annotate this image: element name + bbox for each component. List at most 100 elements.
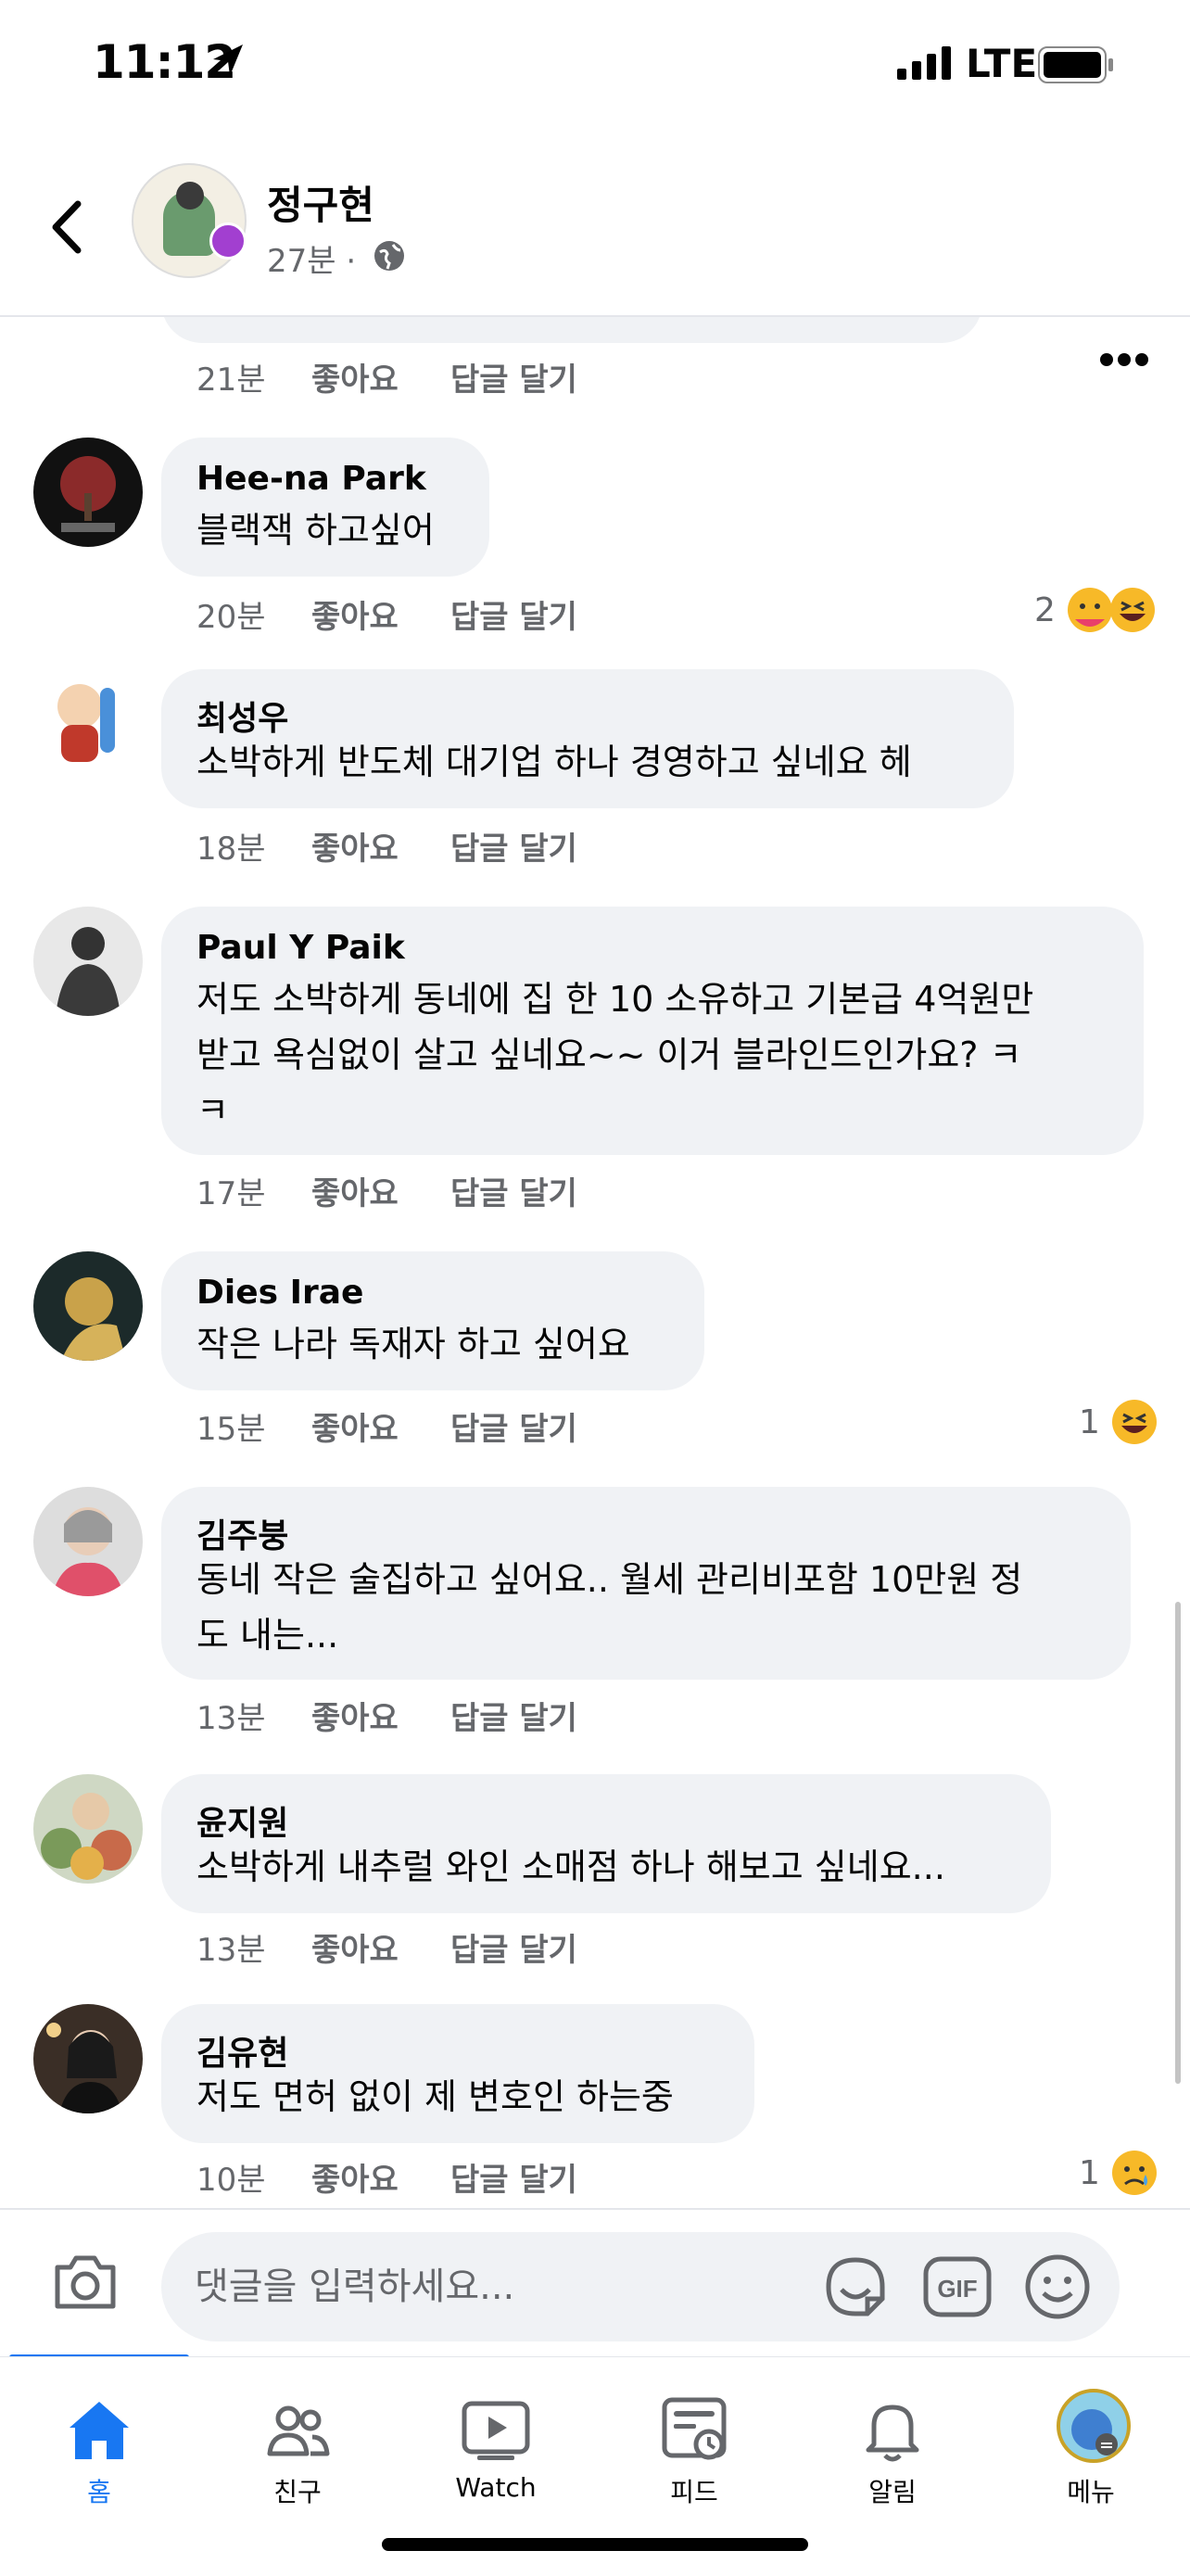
reply-button[interactable]: 답글 달기 bbox=[450, 1693, 577, 1738]
bell-icon bbox=[866, 2405, 919, 2462]
comment-text: 작은 나라 독재자 하고 싶어요 bbox=[196, 1324, 630, 1364]
commenter-name[interactable]: 김주붕 bbox=[196, 1509, 288, 1557]
tab-label: 피드 bbox=[670, 2477, 718, 2507]
reaction-summary[interactable]: 1 bbox=[1079, 2149, 1171, 2201]
tab-label: Watch bbox=[455, 2472, 537, 2503]
reaction-summary[interactable]: 1 bbox=[1079, 1398, 1171, 1450]
tab-label: 알림 bbox=[868, 2477, 917, 2507]
tab-label: 홈 bbox=[87, 2477, 111, 2507]
comment-time: 21분 bbox=[196, 362, 266, 399]
comment-bubble-partial[interactable] bbox=[161, 317, 982, 343]
cartoon-avatar-image bbox=[57, 684, 115, 762]
comment-text-line: 받고 욕심없이 살고 싶네요~~ 이거 블라인드인가요? ㅋ bbox=[196, 1034, 1022, 1075]
person-avatar-image bbox=[52, 1507, 124, 1596]
person-avatar-image bbox=[46, 2023, 122, 2113]
person-avatar-image bbox=[56, 927, 120, 1016]
reaction-count: 1 bbox=[1079, 1403, 1100, 1441]
tab-friends[interactable]: 친구 bbox=[198, 2357, 397, 2543]
like-button[interactable]: 좋아요 bbox=[311, 1693, 399, 1738]
tab-feed[interactable]: 피드 bbox=[595, 2357, 793, 2543]
reaction-count: 2 bbox=[1034, 591, 1056, 629]
reply-button[interactable]: 답글 달기 bbox=[450, 354, 577, 400]
network-type: LTE bbox=[966, 41, 1038, 86]
status-bar: 11:12 LTE bbox=[0, 0, 1190, 139]
commenter-name[interactable]: Dies Irae bbox=[196, 1274, 363, 1312]
comment-text-line: ㅋ bbox=[196, 1090, 229, 1131]
tab-menu[interactable]: 메뉴 bbox=[992, 2357, 1190, 2543]
flowers-avatar-image bbox=[41, 1793, 132, 1880]
commenter-name[interactable]: 최성우 bbox=[196, 692, 288, 740]
reaction-count: 1 bbox=[1079, 2154, 1100, 2192]
feed-icon bbox=[662, 2397, 727, 2460]
comment-text-line: 저도 소박하게 동네에 집 한 10 소유하고 기본급 4억원만 bbox=[196, 979, 1034, 1020]
tab-notifications[interactable]: 알림 bbox=[793, 2357, 992, 2543]
friends-icon bbox=[267, 2405, 330, 2456]
like-button[interactable]: 좋아요 bbox=[311, 1924, 399, 1970]
comment-text-line: 동네 작은 술집하고 싶어요.. 월세 관리비포함 10만원 정 bbox=[196, 1559, 1023, 1600]
back-button[interactable] bbox=[44, 195, 91, 260]
watch-icon bbox=[462, 2401, 530, 2460]
commenter-avatar[interactable] bbox=[33, 669, 143, 779]
like-button[interactable]: 좋아요 bbox=[311, 823, 399, 869]
reply-button[interactable]: 답글 달기 bbox=[450, 1403, 577, 1449]
commenter-avatar[interactable] bbox=[33, 2004, 143, 2113]
scrollbar[interactable] bbox=[1175, 1602, 1181, 2084]
like-button[interactable]: 좋아요 bbox=[311, 1403, 399, 1449]
like-button[interactable]: 좋아요 bbox=[311, 591, 399, 637]
comment-time: 18분 bbox=[196, 831, 266, 868]
laugh-emoji-icon bbox=[1110, 588, 1155, 632]
location-arrow-icon bbox=[213, 44, 243, 76]
emoji-icon[interactable] bbox=[1023, 2252, 1092, 2321]
tree-avatar-image bbox=[60, 456, 116, 532]
like-button[interactable]: 좋아요 bbox=[311, 354, 399, 400]
reply-button[interactable]: 답글 달기 bbox=[450, 1168, 577, 1213]
cow-avatar-image bbox=[1071, 2409, 1118, 2455]
comment-time: 10분 bbox=[196, 2162, 266, 2199]
tab-label: 친구 bbox=[273, 2477, 322, 2507]
commenter-name[interactable]: 김유현 bbox=[196, 2026, 288, 2075]
like-button[interactable]: 좋아요 bbox=[311, 1168, 399, 1213]
tab-home[interactable]: 홈 bbox=[0, 2357, 198, 2543]
menu-avatar bbox=[1057, 2389, 1131, 2463]
camera-icon[interactable] bbox=[52, 2252, 119, 2312]
avatar-figure-head bbox=[176, 182, 204, 209]
reply-button[interactable]: 답글 달기 bbox=[450, 591, 577, 637]
home-icon bbox=[70, 2402, 129, 2459]
author-avatar[interactable] bbox=[132, 163, 247, 278]
comment-time: 15분 bbox=[196, 1411, 266, 1448]
tab-label: 메뉴 bbox=[1067, 2477, 1115, 2507]
commenter-name[interactable]: Paul Y Paik bbox=[196, 929, 405, 967]
commenter-avatar[interactable] bbox=[33, 1487, 143, 1596]
laugh-emoji-icon bbox=[1112, 1400, 1157, 1444]
comment-text: 소박하게 반도체 대기업 하나 경영하고 싶네요 헤 bbox=[196, 742, 912, 782]
commenter-avatar[interactable] bbox=[33, 1774, 143, 1884]
comment-text: 저도 면허 없이 제 변호인 하는중 bbox=[196, 2076, 674, 2117]
tab-watch[interactable]: Watch bbox=[397, 2357, 595, 2543]
reaction-summary[interactable]: 2 bbox=[1034, 586, 1164, 638]
post-author-name[interactable]: 정구현 bbox=[267, 174, 374, 231]
commenter-avatar[interactable] bbox=[33, 907, 143, 1016]
reply-button[interactable]: 답글 달기 bbox=[450, 1924, 577, 1970]
sad-emoji-icon bbox=[1112, 2151, 1157, 2195]
care-emoji-icon bbox=[1068, 588, 1112, 632]
commenter-name[interactable]: Hee-na Park bbox=[196, 460, 426, 498]
sticker-icon[interactable] bbox=[821, 2252, 890, 2321]
signal-icon bbox=[897, 46, 951, 80]
home-indicator bbox=[382, 2538, 808, 2551]
comment-time: 13분 bbox=[196, 1932, 266, 1969]
comment-time: 20분 bbox=[196, 599, 266, 636]
like-button[interactable]: 좋아요 bbox=[311, 2154, 399, 2200]
comment-text: 소박하게 내추럴 와인 소매점 하나 해보고 싶네요... bbox=[196, 1846, 945, 1887]
comment-time: 13분 bbox=[196, 1700, 266, 1737]
comment-time: 17분 bbox=[196, 1175, 266, 1212]
battery-icon bbox=[1038, 46, 1113, 83]
commenter-name[interactable]: 윤지원 bbox=[196, 1796, 288, 1845]
comment-text-line: 도 내는... bbox=[196, 1615, 339, 1656]
commenter-avatar[interactable] bbox=[33, 438, 143, 547]
reply-button[interactable]: 답글 달기 bbox=[450, 823, 577, 869]
gif-icon[interactable]: GIF bbox=[923, 2256, 992, 2317]
comment-composer: GIF bbox=[0, 2208, 1190, 2358]
reply-button[interactable]: 답글 달기 bbox=[450, 2154, 577, 2200]
commenter-avatar[interactable] bbox=[33, 1251, 143, 1361]
svg-text:GIF: GIF bbox=[937, 2275, 977, 2303]
